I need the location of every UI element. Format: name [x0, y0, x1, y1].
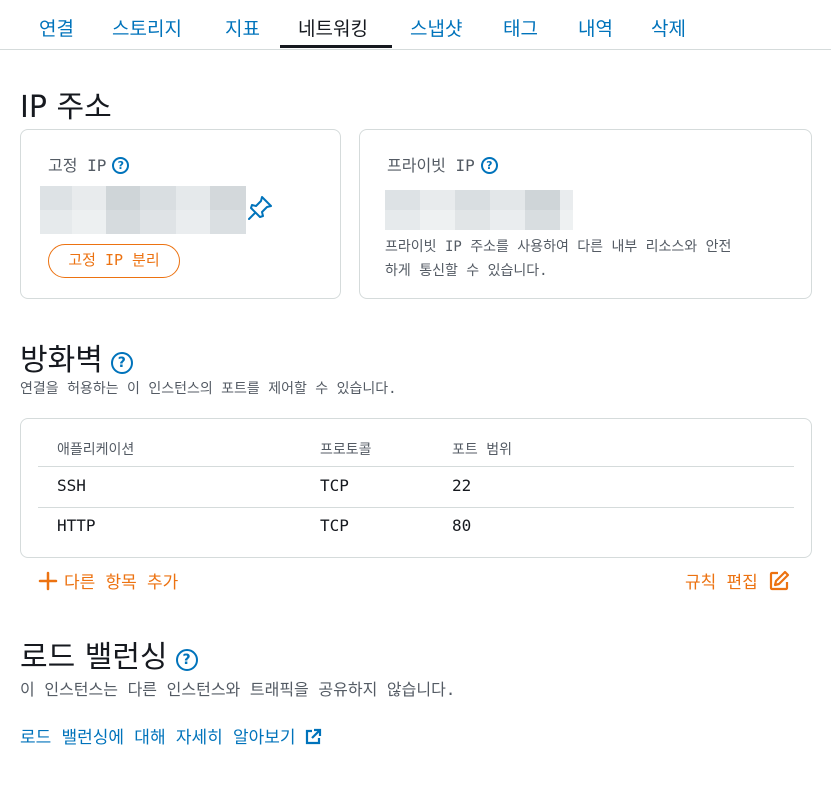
column-header-port-range: 포트 범위 — [452, 442, 512, 458]
private-ip-title: 프라이빗 IP — [387, 156, 475, 175]
load-balancing-description: 이 인스턴스는 다른 인스턴스와 트래픽을 공유하지 않습니다. — [20, 680, 456, 699]
tab-snapshots[interactable]: 스냅샷 — [410, 14, 462, 41]
tab-storage[interactable]: 스토리지 — [112, 14, 182, 41]
load-balancing-help-icon[interactable]: ? — [175, 649, 198, 671]
edit-rules-label: 규칙 편집 — [685, 573, 758, 593]
row-protocol: TCP — [320, 476, 349, 495]
tab-metrics[interactable]: 지표 — [225, 14, 260, 41]
load-balancing-heading: 로드 밸런싱 — [20, 640, 168, 675]
static-ip-card: 고정 IP? 고정 IP 분리 — [20, 129, 341, 299]
private-ip-description-line2: 하게 통신할 수 있습니다. — [385, 263, 548, 279]
row-port: 80 — [452, 516, 472, 535]
tab-history[interactable]: 내역 — [578, 14, 613, 41]
column-header-application: 애플리케이션 — [57, 442, 135, 458]
tab-networking[interactable]: 네트워킹 — [298, 14, 368, 41]
edit-rules-button[interactable]: 규칙 편집 — [685, 568, 790, 593]
static-ip-help-icon[interactable]: ? — [112, 157, 130, 174]
tab-bar: 연결 스토리지 지표 네트워킹 스냅샷 태그 내역 삭제 — [0, 0, 831, 50]
active-tab-indicator — [280, 45, 392, 48]
tab-tags[interactable]: 태그 — [503, 14, 538, 41]
table-divider — [38, 466, 794, 467]
add-another-button[interactable]: 다른 항목 추가 — [38, 568, 178, 593]
tab-connect[interactable]: 연결 — [39, 14, 74, 41]
row-port: 22 — [452, 476, 472, 495]
column-header-protocol: 프로토콜 — [320, 442, 372, 458]
private-ip-value-redacted — [385, 190, 573, 230]
edit-icon — [769, 570, 789, 591]
static-ip-title-row: 고정 IP? — [48, 152, 130, 176]
ip-address-heading: IP 주소 — [20, 90, 112, 125]
private-ip-help-icon[interactable]: ? — [480, 157, 498, 174]
detach-static-ip-button[interactable]: 고정 IP 분리 — [48, 244, 180, 278]
load-balancing-heading-row: 로드 밸런싱? — [20, 632, 198, 676]
private-ip-description: 프라이빗 IP 주소를 사용하여 다른 내부 리소스와 안전 하게 통신할 수 … — [385, 235, 731, 283]
private-ip-card: 프라이빗 IP? 프라이빗 IP 주소를 사용하여 다른 내부 리소스와 안전 … — [359, 129, 812, 299]
learn-more-load-balancing-link[interactable]: 로드 밸런싱에 대해 자세히 알아보기 — [20, 723, 322, 748]
firewall-rules-table: 애플리케이션 프로토콜 포트 범위 SSH TCP 22 HTTP TCP 80 — [20, 418, 812, 558]
plus-icon — [38, 571, 58, 591]
add-another-label: 다른 항목 추가 — [64, 573, 179, 593]
firewall-help-icon[interactable]: ? — [110, 352, 133, 374]
external-link-icon — [305, 728, 321, 745]
pin-icon — [248, 196, 272, 220]
firewall-heading-row: 방화벽? — [20, 335, 133, 379]
static-ip-title: 고정 IP — [48, 156, 107, 175]
private-ip-title-row: 프라이빗 IP? — [387, 152, 498, 176]
row-application: SSH — [57, 476, 86, 495]
row-application: HTTP — [57, 516, 96, 535]
tab-delete[interactable]: 삭제 — [651, 14, 686, 41]
row-protocol: TCP — [320, 516, 349, 535]
learn-more-label: 로드 밸런싱에 대해 자세히 알아보기 — [20, 728, 296, 748]
static-ip-value-redacted — [40, 186, 246, 234]
table-divider — [38, 507, 794, 508]
firewall-heading: 방화벽 — [20, 343, 103, 378]
firewall-description: 연결을 허용하는 이 인스턴스의 포트를 제어할 수 있습니다. — [20, 381, 397, 397]
private-ip-description-line1: 프라이빗 IP 주소를 사용하여 다른 내부 리소스와 안전 — [385, 239, 732, 255]
